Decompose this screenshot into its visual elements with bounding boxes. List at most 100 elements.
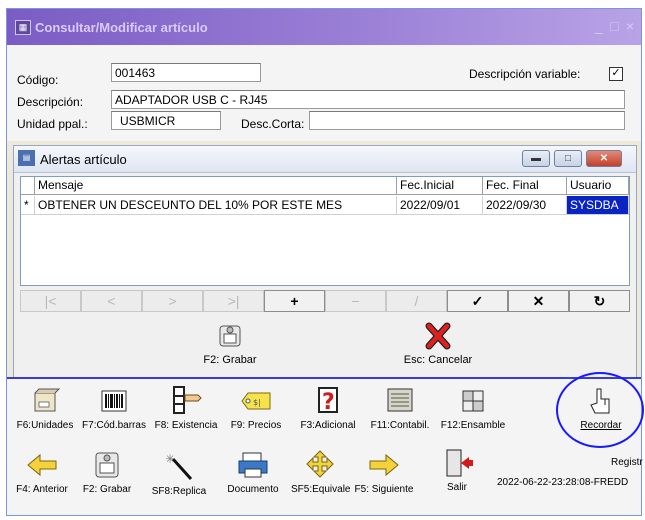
save-icon	[95, 452, 119, 478]
registry-value: 2022-06-22-23:28:08-FREDD	[497, 477, 629, 488]
nav-last-button[interactable]: >|	[203, 290, 264, 312]
nav-next-button[interactable]: >	[142, 290, 203, 312]
precios-button[interactable]: $| F9: Precios	[225, 385, 287, 431]
alerts-icon: ▤	[18, 150, 35, 166]
window-title: Consultar/Modificar artículo	[35, 20, 208, 35]
row-marker: *	[21, 196, 35, 215]
grid-header-marker	[21, 177, 35, 195]
grid-header-mensaje[interactable]: Mensaje	[35, 177, 397, 195]
unidad-field[interactable]: USBMICR	[111, 111, 221, 130]
unidades-button[interactable]: F6:Unidades	[11, 385, 79, 431]
alerts-actions: F2: Grabar Esc: Cancelar	[15, 316, 635, 380]
grid-header-usuario[interactable]: Usuario	[567, 177, 629, 195]
maximize-button[interactable]: □	[610, 18, 618, 34]
title-bar: ▦ Consultar/Modificar artículo _ □ ×	[7, 9, 641, 45]
unidades-label: F6:Unidades	[16, 420, 74, 431]
siguiente-label: F5: Siguiente	[354, 484, 414, 495]
nav-post-button[interactable]: ✓	[447, 290, 508, 312]
documento-button[interactable]: Documento	[223, 449, 283, 495]
unidad-label: Unidad ppal.:	[17, 117, 88, 131]
codigo-field[interactable]: 001463	[111, 63, 261, 82]
alerts-title: Alertas artículo	[40, 152, 127, 167]
grabar-label: F2: Grabar	[82, 484, 132, 495]
equivalence-icon	[306, 450, 334, 478]
nav-edit-button[interactable]: /	[386, 290, 447, 312]
question-icon: ?	[318, 387, 338, 415]
adicional-label: F3:Adicional	[300, 420, 356, 431]
arrow-left-icon	[27, 453, 57, 477]
replica-label: SF8:Replica	[151, 486, 207, 497]
printer-icon	[238, 452, 268, 478]
codigo-label: Código:	[17, 73, 59, 87]
article-window: ▦ Consultar/Modificar artículo _ □ × Cód…	[6, 8, 643, 516]
cell-mensaje[interactable]: OBTENER UN DESCEUNTO DEL 10% POR ESTE ME…	[35, 196, 397, 215]
anterior-button[interactable]: F4: Anterior	[13, 449, 71, 495]
descripcion-variable-label: Descripción variable:	[469, 67, 581, 81]
equivale-label: SF5:Equivale	[291, 484, 351, 495]
salir-button[interactable]: Salir	[437, 447, 477, 493]
grid-header-fec-final[interactable]: Fec. Final	[483, 177, 567, 195]
grid-header-fec-inicial[interactable]: Fec.Inicial	[397, 177, 483, 195]
alerts-cancel-button[interactable]: Esc: Cancelar	[393, 322, 483, 366]
nav-first-button[interactable]: |<	[20, 290, 81, 312]
nav-delete-button[interactable]: −	[325, 290, 386, 312]
ledger-icon	[387, 388, 413, 412]
desc-corta-label: Desc.Corta:	[241, 117, 305, 131]
descripcion-label: Descripción:	[17, 95, 84, 109]
cell-fec-inicial[interactable]: 2022/09/01	[397, 196, 483, 215]
contabil-button[interactable]: F11:Contabil.	[367, 385, 433, 431]
replica-button[interactable]: ✳ SF8:Replica	[149, 451, 209, 497]
salir-label: Salir	[446, 482, 467, 493]
anterior-label: F4: Anterior	[16, 484, 68, 495]
alerts-save-label: F2: Grabar	[203, 354, 257, 366]
equivale-button[interactable]: SF5:Equivale	[291, 449, 351, 495]
descripcion-field[interactable]: ADAPTADOR USB C - RJ45	[111, 90, 625, 109]
ensamble-label: F12:Ensamble	[440, 420, 506, 431]
alerts-subwindow: ▤ Alertas artículo ▬ □ ✕ Mensaje Fec.Ini…	[13, 145, 637, 383]
alerts-minimize-button[interactable]: ▬	[522, 150, 550, 167]
nav-prior-button[interactable]: <	[81, 290, 142, 312]
cell-fec-final[interactable]: 2022/09/30	[483, 196, 567, 215]
nav-insert-button[interactable]: +	[264, 290, 325, 312]
cancel-x-icon	[425, 322, 451, 350]
cell-usuario[interactable]: SYSDBA	[567, 196, 629, 215]
magic-wand-icon: ✳	[165, 452, 193, 481]
siguiente-button[interactable]: F5: Siguiente	[353, 449, 415, 495]
app-icon: ▦	[15, 20, 31, 35]
existencia-label: F8: Existencia	[154, 420, 218, 431]
function-toolbar-1: F6:Unidades F7:Cód.barras F8: Existencia…	[7, 377, 641, 445]
save-icon	[219, 325, 241, 347]
alerts-close-button[interactable]: ✕	[586, 150, 622, 167]
barcode-icon	[101, 390, 127, 412]
ensamble-button[interactable]: F12:Ensamble	[439, 385, 507, 431]
alerts-maximize-button[interactable]: □	[554, 150, 582, 167]
function-toolbar-2: F4: Anterior F2: Grabar ✳ SF8:Replica Do…	[7, 443, 643, 515]
svg-text:✳: ✳	[165, 452, 175, 466]
article-form: Código: 001463 Descripción variable: ✓ D…	[7, 45, 641, 141]
cod-barras-label: F7:Cód.barras	[82, 420, 146, 431]
adicional-button[interactable]: ? F3:Adicional	[294, 385, 362, 431]
close-button[interactable]: ×	[626, 18, 634, 34]
nav-refresh-button[interactable]: ↻	[569, 290, 630, 312]
documento-label: Documento	[227, 484, 279, 495]
svg-text:$|: $|	[253, 398, 261, 407]
existencia-button[interactable]: F8: Existencia	[150, 385, 222, 431]
desc-corta-field[interactable]	[309, 111, 625, 130]
box-icon	[34, 388, 61, 412]
alerts-title-bar: ▤ Alertas artículo ▬ □ ✕	[14, 146, 636, 173]
exit-door-icon	[446, 449, 473, 477]
contabil-label: F11:Contabil.	[370, 420, 430, 431]
precios-label: F9: Precios	[230, 420, 282, 431]
grabar-button[interactable]: F2: Grabar	[79, 449, 135, 495]
svg-text:?: ?	[322, 390, 335, 415]
stock-hand-icon	[173, 386, 202, 414]
assembly-icon	[462, 390, 484, 412]
arrow-right-icon	[369, 453, 399, 477]
descripcion-variable-checkbox[interactable]: ✓	[609, 67, 623, 81]
nav-cancel-button[interactable]: ✕	[508, 290, 569, 312]
minimize-button[interactable]: _	[595, 18, 603, 34]
highlight-circle	[556, 372, 644, 448]
cod-barras-button[interactable]: F7:Cód.barras	[79, 385, 149, 431]
price-tag-icon: $|	[241, 392, 271, 410]
alerts-save-button[interactable]: F2: Grabar	[185, 322, 275, 366]
